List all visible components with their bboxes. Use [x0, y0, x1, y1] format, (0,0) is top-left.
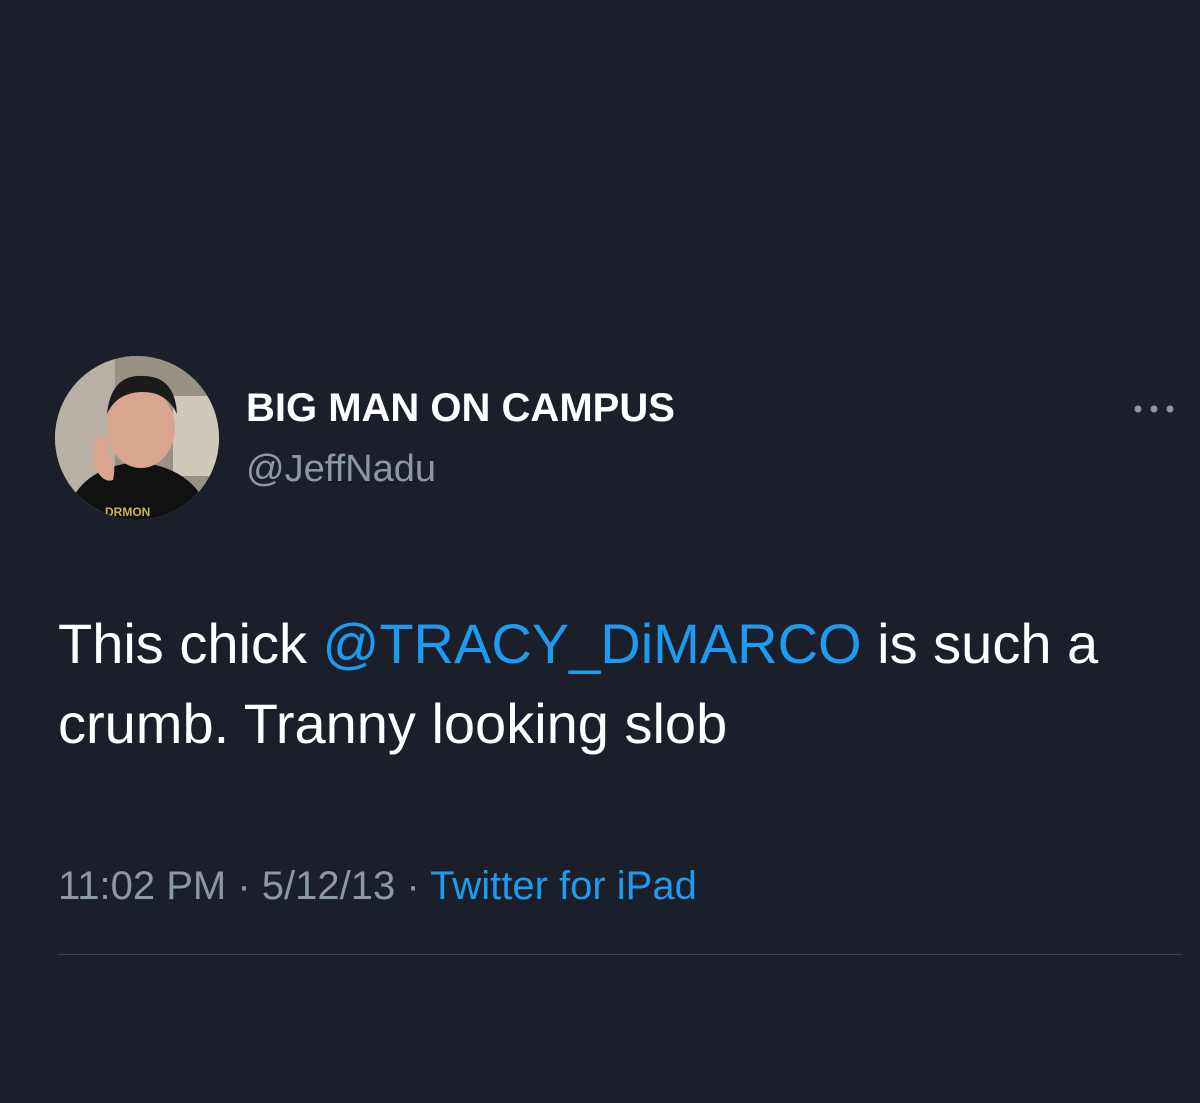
tweet: DRMON BIG MAN ON CAMPUS @JeffNadu This c…	[0, 0, 1200, 1103]
tweet-date[interactable]: 5/12/13	[262, 864, 395, 908]
tweet-meta: 11:02 PM · 5/12/13 · Twitter for iPad	[58, 862, 697, 910]
meta-separator: ·	[395, 864, 431, 908]
svg-text:DRMON: DRMON	[105, 505, 150, 519]
tweet-page: DRMON BIG MAN ON CAMPUS @JeffNadu This c…	[0, 0, 1200, 1103]
more-options-button[interactable]	[1124, 394, 1184, 424]
avatar-image: DRMON	[55, 356, 219, 520]
tweet-time[interactable]: 11:02 PM	[58, 864, 226, 908]
meta-separator: ·	[226, 864, 262, 908]
avatar[interactable]: DRMON	[55, 356, 219, 520]
tweet-source-link[interactable]: Twitter for iPad	[430, 864, 697, 908]
tweet-text: This chick @TRACY_DiMARCO is such a crum…	[58, 604, 1158, 764]
tweet-text-before: This chick	[58, 612, 323, 675]
display-name[interactable]: BIG MAN ON CAMPUS	[246, 384, 675, 432]
divider	[58, 954, 1182, 955]
user-handle[interactable]: @JeffNadu	[246, 446, 436, 492]
ellipsis-icon	[1134, 405, 1174, 413]
mention-link[interactable]: @TRACY_DiMARCO	[323, 612, 862, 675]
